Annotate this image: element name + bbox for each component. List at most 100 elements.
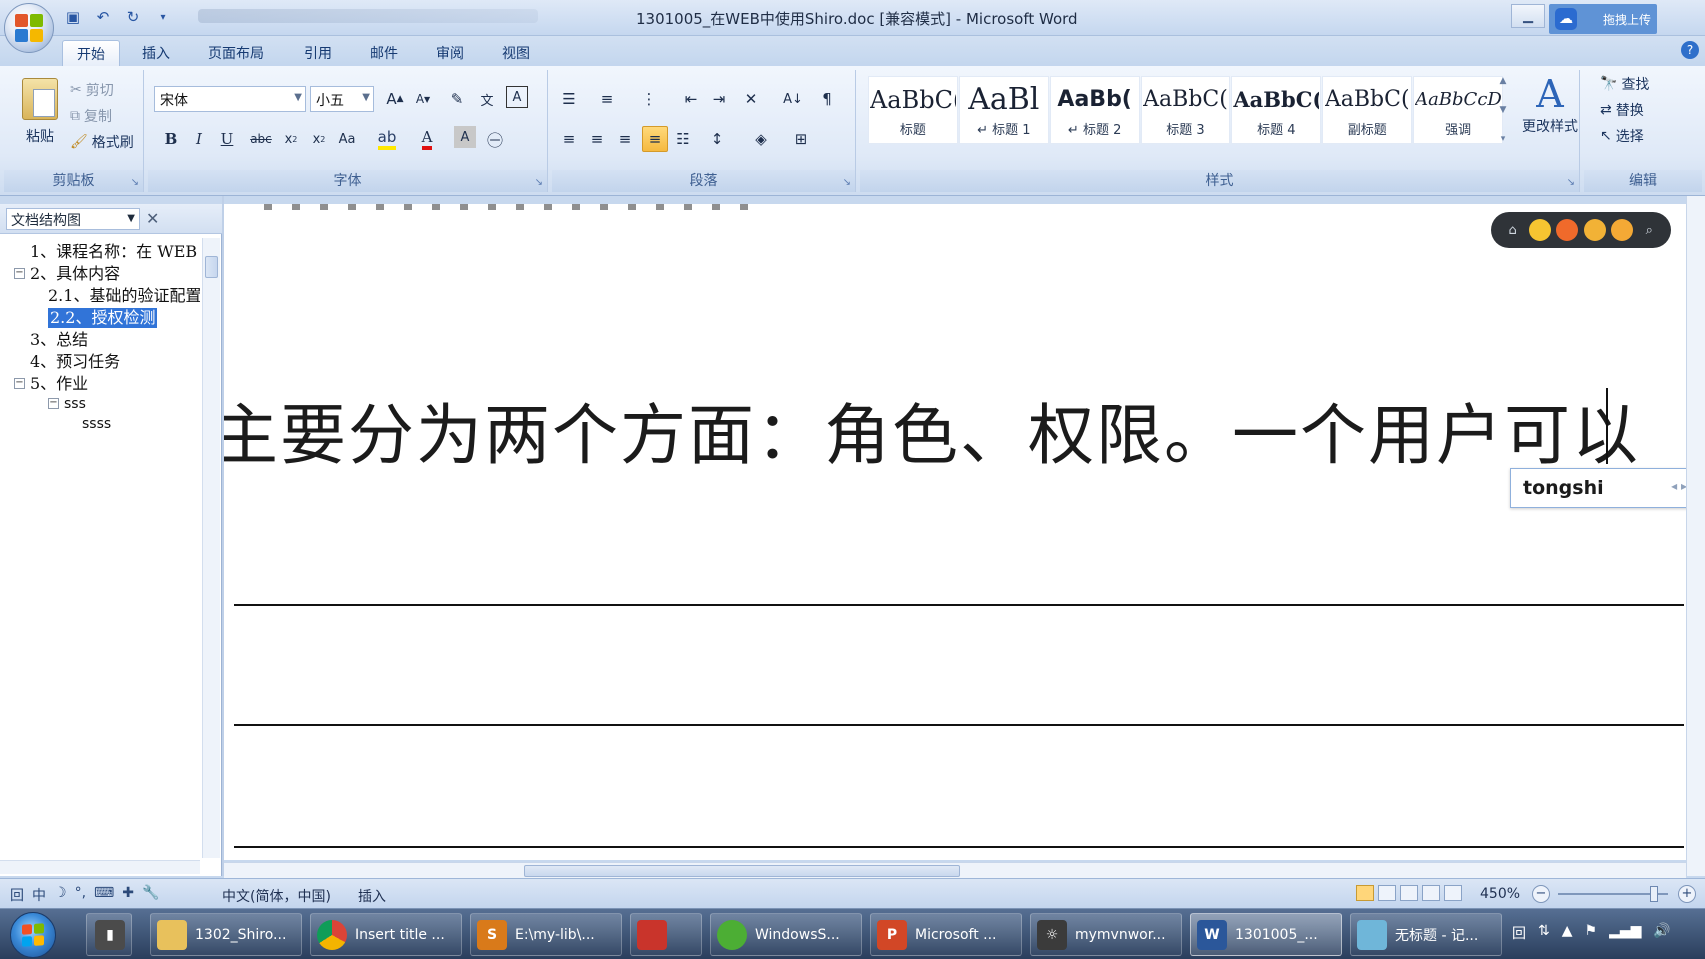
shrink-font-icon[interactable]: A ▼ — [410, 86, 436, 112]
tab-page-layout[interactable]: 页面布局 — [194, 40, 278, 66]
styles-gallery-scroll[interactable]: ▲ ▼ ▾ — [1496, 76, 1510, 144]
paste-button[interactable]: 粘贴 — [18, 78, 62, 146]
nav-item-5-1[interactable]: sss — [64, 394, 86, 414]
tab-mailings[interactable]: 邮件 — [356, 40, 412, 66]
save-icon[interactable]: ▣ — [62, 6, 84, 28]
search-icon[interactable]: ⌕ — [1638, 219, 1660, 241]
tongue-emoji-icon[interactable] — [1610, 219, 1633, 241]
taskbar-pinned-app[interactable]: ▮ — [86, 913, 132, 956]
font-name-combo[interactable]: 宋体 ▼ — [154, 86, 306, 112]
print-layout-icon[interactable] — [1356, 885, 1374, 901]
document-map-hscrollbar[interactable] — [0, 860, 200, 874]
ime-punctuation-icon[interactable]: °, — [75, 885, 86, 905]
paragraph-launcher-icon[interactable]: ↘ — [843, 177, 851, 188]
show-marks-icon[interactable]: ¶ — [814, 86, 840, 112]
collapse-icon[interactable]: − — [14, 268, 25, 279]
italic-icon[interactable]: I — [186, 126, 212, 152]
borders-icon[interactable]: ⊞ — [788, 126, 814, 152]
insert-mode-status[interactable]: 插入 — [358, 886, 386, 906]
home-icon[interactable]: ⌂ — [1502, 219, 1524, 241]
find-button[interactable]: 🔭 查找 — [1600, 74, 1649, 94]
taskbar-item-chrome[interactable]: Insert title ... — [310, 913, 462, 956]
collapse-icon[interactable]: − — [48, 398, 59, 409]
numbering-icon[interactable]: ≡ — [594, 86, 620, 112]
document-map-select[interactable]: 文档结构图 ▼ — [6, 208, 140, 230]
decrease-indent-icon[interactable]: ⇤ — [678, 86, 704, 112]
nav-item-5-1-1[interactable]: ssss — [82, 414, 111, 434]
underline-icon[interactable]: U — [214, 126, 240, 152]
superscript-icon[interactable]: x2 — [306, 126, 332, 152]
nav-item-2-2[interactable]: 2.2、授权检测 — [48, 308, 158, 328]
replace-button[interactable]: ⇄ 替换 — [1600, 100, 1644, 120]
document-vscrollbar[interactable] — [1686, 196, 1705, 876]
tab-review[interactable]: 审阅 — [422, 40, 478, 66]
tab-insert[interactable]: 插入 — [128, 40, 184, 66]
zoom-in-icon[interactable]: + — [1678, 885, 1696, 903]
taskbar-item-notepad[interactable]: 无标题 - 记... — [1350, 913, 1502, 956]
bullets-icon[interactable]: ☰ — [556, 86, 582, 112]
justify-icon[interactable]: ≡ — [642, 126, 668, 152]
close-icon[interactable]: ✕ — [146, 209, 159, 228]
ime-page-arrows-icon[interactable]: ◂ ▸ — [1671, 479, 1687, 493]
ime-chinese-icon[interactable]: 中 — [32, 885, 46, 905]
font-launcher-icon[interactable]: ↘ — [535, 177, 543, 188]
char-shading-icon[interactable]: A — [454, 126, 476, 148]
style-tile-heading-3[interactable]: AaBbC( 标题 3 — [1140, 76, 1231, 144]
customize-qat-icon[interactable]: ▾ — [152, 6, 174, 28]
tab-view[interactable]: 视图 — [488, 40, 544, 66]
increase-indent-icon[interactable]: ⇥ — [706, 86, 732, 112]
scroll-thumb[interactable] — [524, 865, 960, 877]
enclose-char-icon[interactable]: ㊀ — [482, 126, 508, 152]
chevron-up-icon[interactable]: ▲ — [1500, 76, 1507, 86]
taskbar-item-ide[interactable]: ☼ mymvnwor... — [1030, 913, 1182, 956]
align-center-icon[interactable]: ≡ — [584, 126, 610, 152]
web-layout-icon[interactable] — [1400, 885, 1418, 901]
cloud-upload-button[interactable]: ☁ 拖拽上传 — [1549, 4, 1657, 34]
help-icon[interactable]: ? — [1681, 41, 1699, 59]
keyboard-icon[interactable]: ⌨ — [94, 885, 114, 905]
collapse-icon[interactable]: − — [14, 378, 25, 389]
taskbar-item-word[interactable]: W 1301005_... — [1190, 913, 1342, 956]
office-button[interactable] — [4, 3, 54, 53]
clipboard-launcher-icon[interactable]: ↘ — [131, 177, 139, 188]
more-icon[interactable]: ▾ — [1501, 134, 1506, 144]
strikethrough-icon[interactable]: abc — [248, 126, 274, 152]
style-tile-heading-2[interactable]: AaBb( ↵ 标题 2 — [1049, 76, 1140, 144]
network-icon[interactable]: ⇅ — [1538, 923, 1550, 943]
scroll-thumb[interactable] — [205, 256, 218, 278]
taskbar-item-editor[interactable]: S E:\my-lib\... — [470, 913, 622, 956]
document-map-scrollbar[interactable] — [202, 238, 220, 858]
document-canvas[interactable]: 主要分为两个方面：角色、权限。一个用户可以 — [224, 204, 1686, 860]
nav-item-1[interactable]: 1、课程名称：在 WEB — [30, 242, 197, 262]
zoom-level[interactable]: 450% — [1480, 886, 1520, 902]
nav-item-5[interactable]: 5、作业 — [30, 374, 88, 394]
align-right-icon[interactable]: ≡ — [612, 126, 638, 152]
nav-item-4[interactable]: 4、预习任务 — [30, 352, 120, 372]
ime-mode-icon[interactable]: 回 — [10, 885, 24, 905]
full-screen-reading-icon[interactable] — [1378, 885, 1396, 901]
phonetic-guide-icon[interactable]: 文 — [474, 86, 500, 112]
nav-item-2-1[interactable]: 2.1、基础的验证配置 — [48, 286, 200, 306]
bold-icon[interactable]: B — [158, 126, 184, 152]
draft-view-icon[interactable] — [1444, 885, 1462, 901]
char-border-icon[interactable]: A — [506, 86, 528, 108]
font-color-icon[interactable]: A — [414, 126, 440, 152]
ime-tools-icon[interactable]: ✚ — [122, 885, 134, 905]
align-left-icon[interactable]: ≡ — [556, 126, 582, 152]
start-button[interactable] — [10, 912, 56, 958]
zoom-slider-thumb[interactable] — [1650, 886, 1658, 902]
select-button[interactable]: ↖ 选择 — [1600, 126, 1644, 146]
grow-font-icon[interactable]: A ▲ — [382, 86, 408, 112]
format-painter-button[interactable]: 🖌 格式刷 — [70, 132, 134, 152]
distributed-icon[interactable]: ☷ — [670, 126, 696, 152]
show-hidden-icon[interactable]: ▲ — [1562, 923, 1573, 943]
sad-emoji-icon[interactable] — [1583, 219, 1606, 241]
signal-icon[interactable]: ▂▄▆ — [1609, 923, 1641, 943]
taskbar-item-explorer[interactable]: 1302_Shiro... — [150, 913, 302, 956]
document-hscrollbar[interactable] — [224, 862, 1686, 878]
line-spacing-icon[interactable]: ↕ — [704, 126, 730, 152]
tab-home[interactable]: 开始 — [62, 40, 120, 66]
style-tile-title[interactable]: AaBbC( 标题 — [868, 76, 958, 144]
taskbar-item-windows[interactable]: WindowsS... — [710, 913, 862, 956]
flag-icon[interactable]: ⚑ — [1585, 923, 1598, 943]
